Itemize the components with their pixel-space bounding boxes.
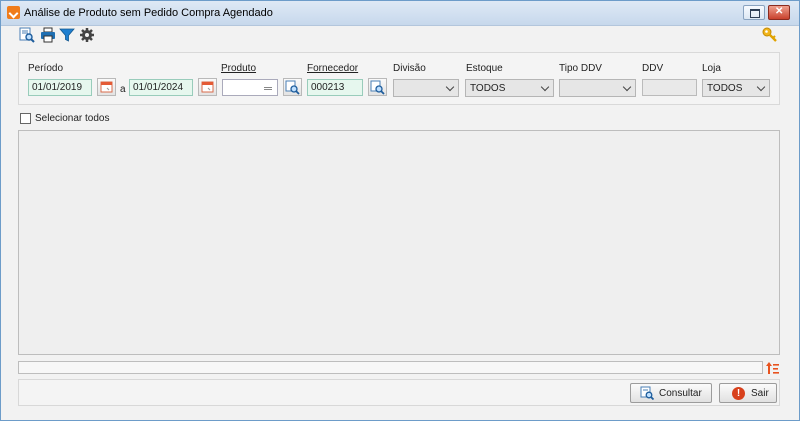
status-bar	[18, 361, 763, 374]
periodo-label: Período	[28, 63, 64, 74]
key-icon[interactable]	[762, 27, 778, 43]
chevron-down-icon	[622, 82, 632, 92]
printer-icon[interactable]	[40, 27, 56, 43]
fornecedor-search-button[interactable]	[368, 78, 387, 96]
sort-order-icon[interactable]	[765, 361, 780, 375]
sair-button[interactable]: ! Sair	[719, 383, 777, 403]
loja-value: TODOS	[707, 83, 743, 94]
fornecedor-label[interactable]: Fornecedor	[307, 63, 358, 74]
restore-button[interactable]	[743, 5, 765, 20]
ddv-field[interactable]	[642, 79, 697, 96]
produto-field-marker	[264, 89, 272, 90]
tipo-ddv-select[interactable]	[559, 79, 636, 97]
consultar-label: Consultar	[659, 388, 702, 399]
window-title: Análise de Produto sem Pedido Compra Age…	[24, 7, 273, 19]
divisao-label: Divisão	[393, 63, 426, 74]
produto-label[interactable]: Produto	[221, 63, 256, 74]
periodo-from-field[interactable]: 01/01/2019	[28, 79, 92, 96]
tipo-ddv-label: Tipo DDV	[559, 63, 602, 74]
estoque-select[interactable]: TODOS	[465, 79, 554, 97]
estoque-value: TODOS	[470, 83, 506, 94]
search-icon[interactable]	[19, 27, 35, 43]
periodo-to-field[interactable]: 01/01/2024	[129, 79, 193, 96]
ddv-label: DDV	[642, 63, 664, 74]
chevron-down-icon	[756, 82, 766, 92]
sair-label: Sair	[751, 388, 769, 399]
fornecedor-field[interactable]: 000213	[307, 79, 363, 96]
consultar-button[interactable]: Consultar	[630, 383, 712, 403]
chevron-down-icon	[540, 82, 550, 92]
exit-icon: !	[732, 387, 745, 400]
loja-label: Loja	[702, 63, 721, 74]
produto-field-marker	[264, 87, 272, 88]
calendar-icon	[100, 81, 113, 93]
title-bar: Análise de Produto sem Pedido Compra Age…	[1, 1, 799, 26]
calendar-from-button[interactable]	[97, 78, 116, 96]
select-all-label[interactable]: Selecionar todos	[35, 113, 110, 124]
search-icon	[370, 80, 385, 95]
divisao-select[interactable]	[393, 79, 459, 97]
calendar-to-button[interactable]	[198, 78, 217, 96]
filter-icon[interactable]	[59, 27, 75, 43]
app-icon	[7, 6, 20, 19]
gear-icon[interactable]	[79, 27, 95, 43]
estoque-label: Estoque	[466, 63, 503, 74]
produto-search-button[interactable]	[283, 78, 302, 96]
select-all-checkbox[interactable]	[20, 113, 31, 124]
calendar-icon	[201, 81, 214, 93]
search-icon	[285, 80, 300, 95]
periodo-separator: a	[120, 84, 126, 95]
results-grid[interactable]	[18, 130, 780, 355]
close-button[interactable]	[768, 5, 790, 20]
search-icon	[640, 386, 654, 400]
loja-select[interactable]: TODOS	[702, 79, 770, 97]
chevron-down-icon	[445, 82, 455, 92]
